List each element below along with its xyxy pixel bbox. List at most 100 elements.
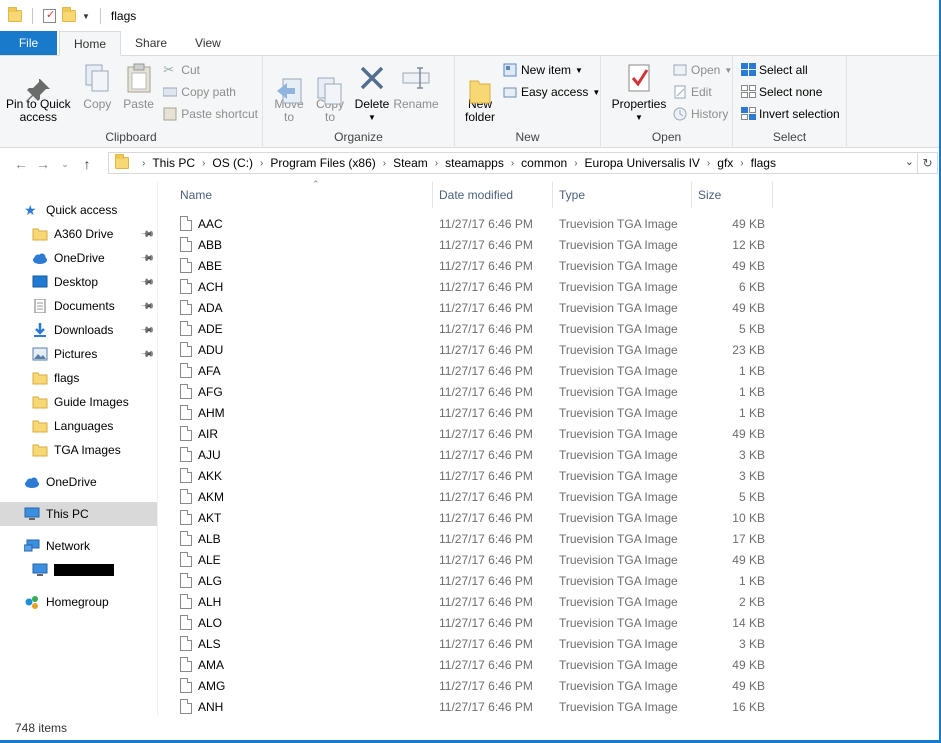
- nav-item-documents[interactable]: Documents 📌: [0, 294, 157, 318]
- breadcrumb-chevron-icon[interactable]: ›: [707, 158, 710, 169]
- breadcrumb-chevron-icon[interactable]: ›: [574, 158, 577, 169]
- column-header-size[interactable]: Size: [692, 182, 773, 208]
- paste-shortcut-button[interactable]: Paste shortcut: [163, 106, 258, 122]
- file-row[interactable]: ANH 11/27/17 6:46 PM Truevision TGA Image 1…: [176, 696, 776, 717]
- nav-network-computer[interactable]: [0, 558, 157, 582]
- file-row[interactable]: AHM 11/27/17 6:46 PM Truevision TGA Image 1…: [176, 402, 776, 423]
- file-row[interactable]: ALH 11/27/17 6:46 PM Truevision TGA Image 2…: [176, 591, 776, 612]
- nav-item-pictures[interactable]: Pictures 📌: [0, 342, 157, 366]
- breadcrumb-item[interactable]: OS (C:): [212, 156, 253, 170]
- easy-access-button[interactable]: Easy access ▼: [503, 84, 600, 100]
- forward-arrow-icon[interactable]: →: [32, 156, 54, 172]
- file-row[interactable]: AMA 11/27/17 6:46 PM Truevision TGA Image 4…: [176, 654, 776, 675]
- file-row[interactable]: AAC 11/27/17 6:46 PM Truevision TGA Image 4…: [176, 213, 776, 234]
- tab-home[interactable]: Home: [59, 31, 122, 56]
- file-row[interactable]: ABB 11/27/17 6:46 PM Truevision TGA Image 1…: [176, 234, 776, 255]
- breadcrumb-chevron-icon[interactable]: ›: [740, 158, 743, 169]
- tab-share[interactable]: Share: [121, 31, 181, 55]
- select-none-button[interactable]: Select none: [741, 84, 840, 100]
- breadcrumb-item[interactable]: flags: [751, 156, 776, 170]
- select-all-button[interactable]: Select all: [741, 62, 840, 78]
- file-row[interactable]: AKT 11/27/17 6:46 PM Truevision TGA Image 1…: [176, 507, 776, 528]
- edit-button[interactable]: Edit: [673, 84, 732, 100]
- nav-item-guide-images[interactable]: Guide Images: [0, 390, 157, 414]
- breadcrumb-chevron-icon[interactable]: ›: [435, 158, 438, 169]
- breadcrumb-item[interactable]: common: [521, 156, 567, 170]
- nav-this-pc[interactable]: This PC: [0, 502, 157, 526]
- column-header-date[interactable]: Date modified: [433, 182, 553, 208]
- file-row[interactable]: AKK 11/27/17 6:46 PM Truevision TGA Image 3…: [176, 465, 776, 486]
- file-row[interactable]: AIR 11/27/17 6:46 PM Truevision TGA Image 4…: [176, 423, 776, 444]
- new-item-button[interactable]: New item ▼: [503, 62, 600, 78]
- nav-network[interactable]: Network: [0, 534, 157, 558]
- breadcrumb-chevron-icon[interactable]: ›: [383, 158, 386, 169]
- copy-path-button[interactable]: Copy path: [162, 84, 258, 100]
- pin-icon[interactable]: 📌: [140, 322, 155, 338]
- breadcrumb-item[interactable]: Program Files (x86): [270, 156, 375, 170]
- nav-item-tga-images[interactable]: TGA Images: [0, 438, 157, 462]
- nav-homegroup[interactable]: Homegroup: [0, 590, 157, 614]
- properties-icon[interactable]: [43, 8, 56, 23]
- nav-item-desktop[interactable]: Desktop 📌: [0, 270, 157, 294]
- pin-icon[interactable]: 📌: [140, 346, 155, 362]
- breadcrumb-item[interactable]: Steam: [393, 156, 428, 170]
- column-header-name[interactable]: Name ⌃: [174, 179, 433, 208]
- file-row[interactable]: ADU 11/27/17 6:46 PM Truevision TGA Image 2…: [176, 339, 776, 360]
- file-row[interactable]: AFA 11/27/17 6:46 PM Truevision TGA Image 1…: [176, 360, 776, 381]
- pin-icon[interactable]: 📌: [140, 274, 155, 290]
- file-row[interactable]: AMG 11/27/17 6:46 PM Truevision TGA Image 4…: [176, 675, 776, 696]
- breadcrumb-item[interactable]: gfx: [717, 156, 733, 170]
- address-bar[interactable]: › This PC › OS (C:) › Program Files (x86) › Ste…: [108, 152, 918, 174]
- folder-icon[interactable]: [8, 7, 22, 22]
- nav-label: Network: [46, 539, 91, 553]
- nav-item-downloads[interactable]: Downloads 📌: [0, 318, 157, 342]
- cut-button[interactable]: ✂ Cut: [163, 62, 258, 78]
- file-row[interactable]: ABE 11/27/17 6:46 PM Truevision TGA Image 4…: [176, 255, 776, 276]
- pin-icon[interactable]: 📌: [140, 298, 155, 314]
- nav-onedrive-root[interactable]: OneDrive: [0, 470, 157, 494]
- nav-quick-access[interactable]: ★ Quick access: [0, 198, 157, 222]
- file-name-cell: AMA: [180, 657, 224, 672]
- address-dropdown-icon[interactable]: ⌄: [905, 155, 914, 168]
- breadcrumb-chevron-icon[interactable]: ›: [202, 158, 205, 169]
- file-row[interactable]: ALG 11/27/17 6:46 PM Truevision TGA Image 1…: [176, 570, 776, 591]
- file-row[interactable]: ALS 11/27/17 6:46 PM Truevision TGA Image 3…: [176, 633, 776, 654]
- nav-item-languages[interactable]: Languages: [0, 414, 157, 438]
- history-button[interactable]: History: [673, 106, 732, 122]
- breadcrumb-chevron-icon[interactable]: ›: [511, 158, 514, 169]
- invert-selection-button[interactable]: Invert selection: [741, 106, 840, 122]
- pin-icon[interactable]: 📌: [140, 226, 155, 242]
- back-arrow-icon[interactable]: ←: [10, 156, 32, 172]
- customize-toolbar-dropdown-icon[interactable]: ▼: [82, 12, 90, 21]
- breadcrumb-item[interactable]: steamapps: [445, 156, 504, 170]
- file-row[interactable]: ALE 11/27/17 6:46 PM Truevision TGA Image 4…: [176, 549, 776, 570]
- file-row[interactable]: AKM 11/27/17 6:46 PM Truevision TGA Image 5…: [176, 486, 776, 507]
- file-row[interactable]: ADA 11/27/17 6:46 PM Truevision TGA Image 4…: [176, 297, 776, 318]
- tab-view[interactable]: View: [181, 31, 235, 55]
- file-row[interactable]: ADE 11/27/17 6:46 PM Truevision TGA Image 5…: [176, 318, 776, 339]
- delete-dropdown-icon[interactable]: ▼: [368, 111, 376, 124]
- file-row[interactable]: ACH 11/27/17 6:46 PM Truevision TGA Image 6…: [176, 276, 776, 297]
- file-row[interactable]: ALB 11/27/17 6:46 PM Truevision TGA Image 1…: [176, 528, 776, 549]
- new-folder-icon[interactable]: [62, 7, 76, 22]
- file-row[interactable]: ALO 11/27/17 6:46 PM Truevision TGA Image 1…: [176, 612, 776, 633]
- recent-locations-chevron-icon[interactable]: ⌄: [54, 159, 76, 170]
- file-row[interactable]: AFG 11/27/17 6:46 PM Truevision TGA Image 1…: [176, 381, 776, 402]
- properties-dropdown-icon[interactable]: ▼: [635, 111, 643, 124]
- breadcrumb-chevron-icon[interactable]: ›: [142, 158, 145, 169]
- breadcrumb-item[interactable]: This PC: [152, 156, 195, 170]
- nav-item-flags[interactable]: flags: [0, 366, 157, 390]
- open-label: Open: [691, 63, 721, 77]
- tab-file[interactable]: File: [0, 31, 57, 55]
- breadcrumb-item[interactable]: Europa Universalis IV: [585, 156, 700, 170]
- breadcrumb-chevron-icon[interactable]: ›: [260, 158, 263, 169]
- refresh-icon[interactable]: ↻: [918, 152, 938, 174]
- up-arrow-icon[interactable]: ↑: [76, 156, 98, 172]
- open-button[interactable]: Open ▼: [673, 62, 732, 78]
- column-header-type[interactable]: Type: [553, 182, 692, 208]
- nav-item-onedrive[interactable]: OneDrive 📌: [0, 246, 157, 270]
- pin-icon[interactable]: 📌: [140, 250, 155, 266]
- file-name: ANH: [198, 699, 224, 714]
- file-row[interactable]: AJU 11/27/17 6:46 PM Truevision TGA Image 3…: [176, 444, 776, 465]
- nav-item-a360-drive[interactable]: A360 Drive 📌: [0, 222, 157, 246]
